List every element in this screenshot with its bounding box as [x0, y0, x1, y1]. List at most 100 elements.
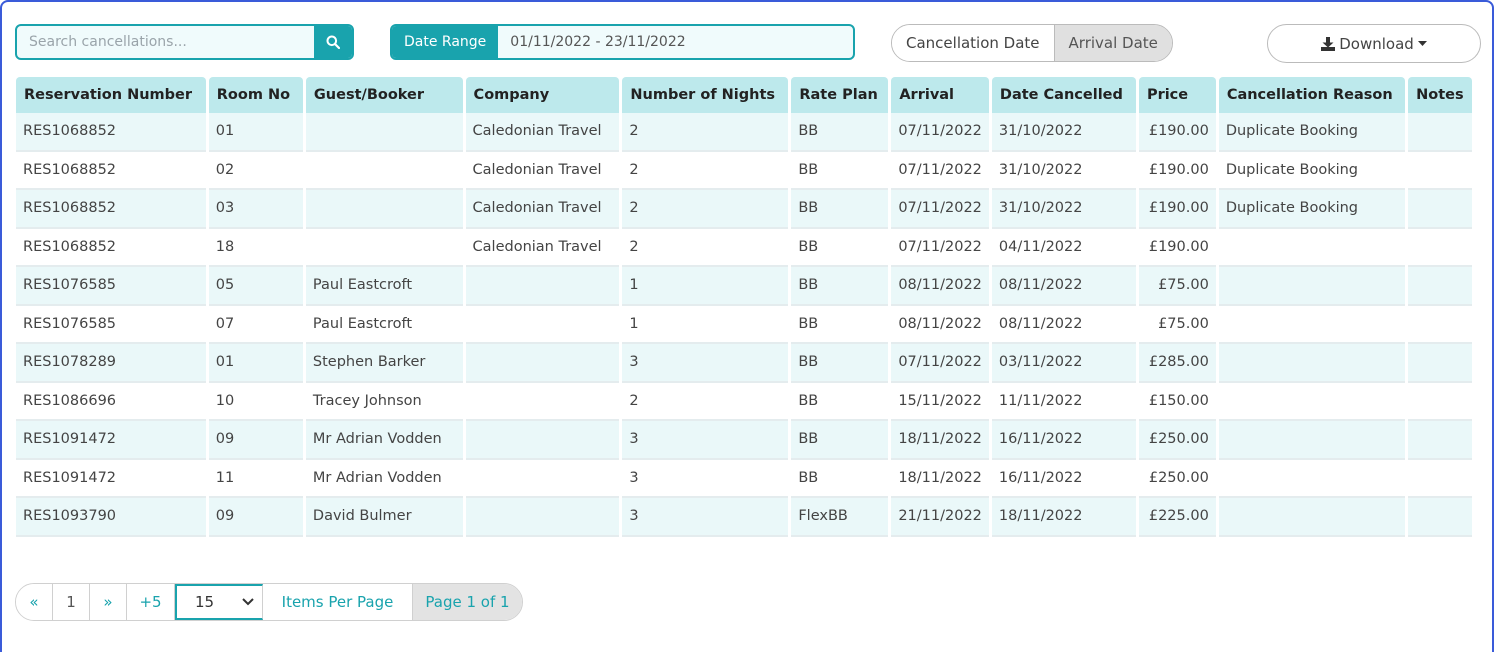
column-header[interactable]: Date Cancelled	[991, 77, 1136, 113]
table-cell: Caledonian Travel	[465, 228, 620, 267]
table-cell	[1408, 382, 1472, 421]
table-cell	[1218, 267, 1406, 306]
table-cell: 07/11/2022	[891, 228, 989, 267]
table-cell: 18/11/2022	[991, 498, 1136, 537]
chevron-down-icon	[242, 598, 254, 606]
items-per-page-select[interactable]: 15	[175, 584, 263, 620]
table-cell	[1408, 498, 1472, 537]
column-header[interactable]: Reservation Number	[16, 77, 206, 113]
date-range-value[interactable]: 01/11/2022 - 23/11/2022	[498, 26, 697, 58]
table-cell	[1408, 267, 1472, 306]
table-cell: 15/11/2022	[891, 382, 989, 421]
table-cell: £75.00	[1138, 305, 1216, 344]
table-cell	[465, 344, 620, 383]
table-cell	[1218, 421, 1406, 460]
table-cell: 11	[208, 459, 303, 498]
column-header[interactable]: Room No	[208, 77, 303, 113]
table-cell: 08/11/2022	[991, 305, 1136, 344]
arrival-date-button[interactable]: Arrival Date	[1053, 25, 1172, 61]
column-header[interactable]: Number of Nights	[622, 77, 789, 113]
search-input[interactable]	[17, 26, 314, 58]
table-row[interactable]: RES1091472 11 Mr Adrian Vodden 3 BB 18/11/202…	[16, 459, 1472, 498]
date-range-label: Date Range	[392, 26, 499, 58]
table-row[interactable]: RES1086696 10 Tracey Johnson 2 BB 15/11/2022 1…	[16, 382, 1472, 421]
table-cell: BB	[791, 228, 889, 267]
column-header[interactable]: Arrival	[891, 77, 989, 113]
table-row[interactable]: RES1093790 09 David Bulmer 3 FlexBB 21/11/202…	[16, 498, 1472, 537]
cancellations-table: Reservation Number Room No Guest/Booker Com…	[13, 77, 1475, 537]
table-cell: 08/11/2022	[991, 267, 1136, 306]
table-cell: RES1076585	[16, 267, 206, 306]
column-header[interactable]: Cancellation Reason	[1218, 77, 1406, 113]
next-page-button[interactable]: »	[90, 584, 127, 620]
column-header[interactable]: Notes	[1408, 77, 1472, 113]
table-cell	[465, 382, 620, 421]
caret-down-icon	[1417, 40, 1427, 46]
table-cell	[1218, 228, 1406, 267]
table-cell: 31/10/2022	[991, 113, 1136, 152]
table-cell: 02	[208, 151, 303, 190]
date-range-picker[interactable]: Date Range 01/11/2022 - 23/11/2022	[390, 24, 855, 60]
table-row[interactable]: RES1068852 02 Caledonian Travel 2 BB 07/11/20…	[16, 151, 1472, 190]
table-cell: Caledonian Travel	[465, 113, 620, 152]
table-cell: 18/11/2022	[891, 421, 989, 460]
table-cell	[305, 228, 463, 267]
table-cell: 07/11/2022	[891, 113, 989, 152]
table-cell: 05	[208, 267, 303, 306]
table-cell: Stephen Barker	[305, 344, 463, 383]
table-cell: 10	[208, 382, 303, 421]
table-row[interactable]: RES1076585 05 Paul Eastcroft 1 BB 08/11/2022 0…	[16, 267, 1472, 306]
date-type-toggle: Cancellation Date Arrival Date	[891, 24, 1173, 62]
table-cell	[1218, 344, 1406, 383]
table-cell	[1408, 305, 1472, 344]
table-cell: 3	[622, 459, 789, 498]
table-row[interactable]: RES1091472 09 Mr Adrian Vodden 3 BB 18/11/202…	[16, 421, 1472, 460]
table-cell: BB	[791, 305, 889, 344]
search-button[interactable]	[314, 26, 352, 58]
page-number-button[interactable]: 1	[53, 584, 90, 620]
table-cell: £250.00	[1138, 459, 1216, 498]
table-cell: BB	[791, 459, 889, 498]
table-cell: 2	[622, 151, 789, 190]
table-cell: 21/11/2022	[891, 498, 989, 537]
column-header[interactable]: Rate Plan	[791, 77, 889, 113]
table-cell: RES1076585	[16, 305, 206, 344]
table-header-row: Reservation Number Room No Guest/Booker Com…	[16, 77, 1472, 113]
table-cell: 31/10/2022	[991, 190, 1136, 229]
table-cell: RES1068852	[16, 228, 206, 267]
table-cell: RES1091472	[16, 421, 206, 460]
table-cell: Paul Eastcroft	[305, 305, 463, 344]
column-header[interactable]: Guest/Booker	[305, 77, 463, 113]
table-cell: 07	[208, 305, 303, 344]
table-cell: 01	[208, 113, 303, 152]
table-cell: £285.00	[1138, 344, 1216, 383]
table-row[interactable]: RES1068852 03 Caledonian Travel 2 BB 07/11/20…	[16, 190, 1472, 229]
table-cell: BB	[791, 382, 889, 421]
table-cell: RES1093790	[16, 498, 206, 537]
skip-forward-button[interactable]: +5	[127, 584, 175, 620]
download-button[interactable]: Download	[1267, 24, 1481, 63]
table-row[interactable]: RES1078289 01 Stephen Barker 3 BB 07/11/2022 0…	[16, 344, 1472, 383]
table-row[interactable]: RES1068852 01 Caledonian Travel 2 BB 07/11/20…	[16, 113, 1472, 152]
table-cell	[1408, 113, 1472, 152]
column-header[interactable]: Company	[465, 77, 620, 113]
previous-page-button[interactable]: «	[16, 584, 53, 620]
table-cell: 2	[622, 228, 789, 267]
table-cell	[465, 305, 620, 344]
table-row[interactable]: RES1068852 18 Caledonian Travel 2 BB 07/11/20…	[16, 228, 1472, 267]
table-cell: 08/11/2022	[891, 305, 989, 344]
table-cell	[1408, 344, 1472, 383]
table-body: RES1068852 01 Caledonian Travel 2 BB 07/11/20…	[16, 113, 1472, 537]
table-cell: BB	[791, 267, 889, 306]
table-cell: Mr Adrian Vodden	[305, 421, 463, 460]
table-cell: Duplicate Booking	[1218, 113, 1406, 152]
table-cell: RES1068852	[16, 151, 206, 190]
table-cell: 07/11/2022	[891, 190, 989, 229]
table-cell: £250.00	[1138, 421, 1216, 460]
table-cell: BB	[791, 151, 889, 190]
table-row[interactable]: RES1076585 07 Paul Eastcroft 1 BB 08/11/2022 0…	[16, 305, 1472, 344]
table-cell: 3	[622, 498, 789, 537]
cancellation-date-button[interactable]: Cancellation Date	[892, 25, 1054, 61]
table-cell: 18	[208, 228, 303, 267]
column-header[interactable]: Price	[1138, 77, 1216, 113]
